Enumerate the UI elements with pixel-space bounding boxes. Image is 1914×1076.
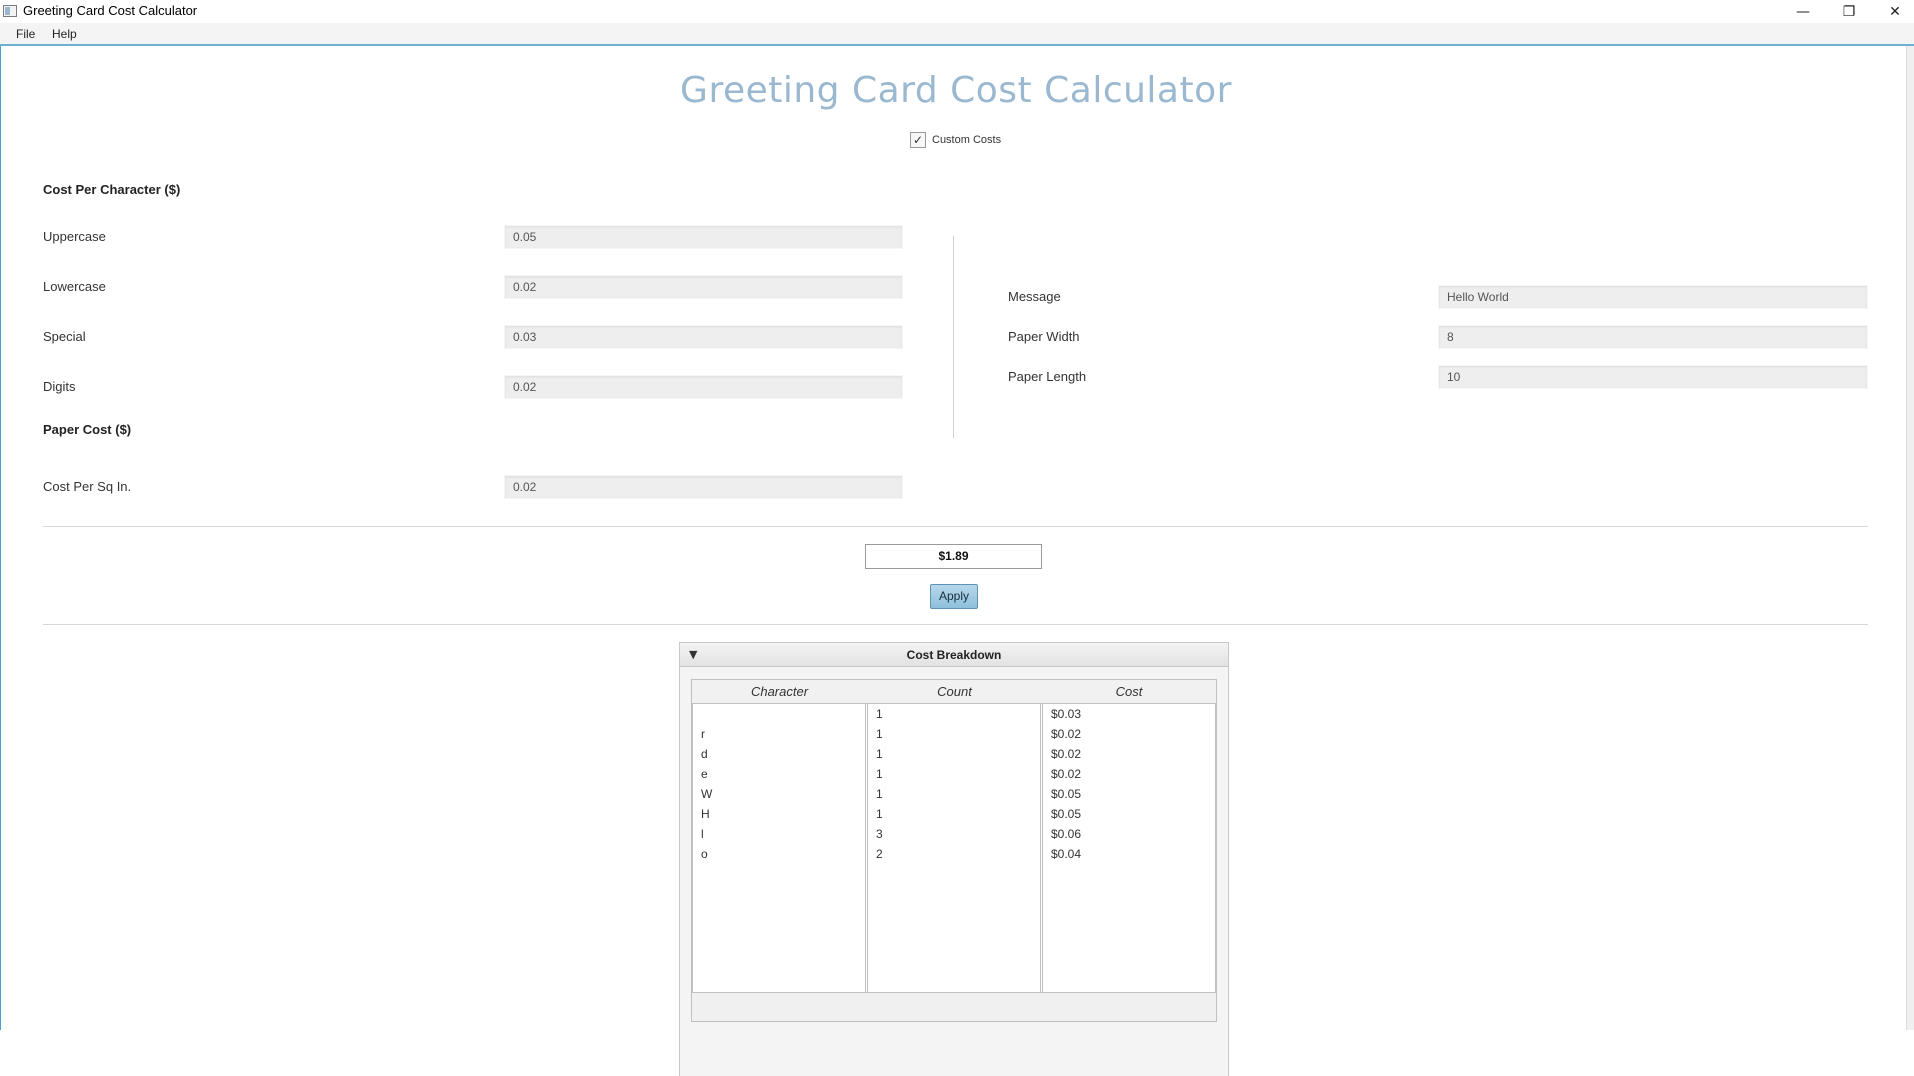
table-cell-count[interactable]: 3 — [876, 824, 883, 844]
cost-breakdown-pane: ▼ Cost Breakdown Character Count Cost r … — [679, 642, 1229, 1076]
table-cell-count[interactable]: 1 — [876, 764, 883, 784]
table-cell-cost[interactable]: $0.05 — [1051, 784, 1081, 804]
table-cell-cost[interactable]: $0.03 — [1051, 704, 1081, 724]
menu-file[interactable]: File — [16, 27, 35, 41]
table-cell-count[interactable]: 1 — [876, 784, 883, 804]
table-cell-character[interactable]: d — [701, 744, 708, 764]
column-header-character[interactable]: Character — [692, 680, 867, 704]
table-cell-cost[interactable]: $0.02 — [1051, 724, 1081, 744]
message-input[interactable]: Hello World — [1438, 285, 1868, 309]
table-cell-count[interactable]: 1 — [876, 704, 883, 724]
table-cell-character[interactable]: l — [701, 824, 704, 844]
column-header-cost[interactable]: Cost — [1042, 680, 1216, 704]
table-header: Character Count Cost — [692, 680, 1216, 704]
table-footer — [692, 992, 1216, 1021]
menu-help[interactable]: Help — [52, 27, 77, 41]
table-cell-count[interactable]: 2 — [876, 844, 883, 864]
cost-per-character-heading: Cost Per Character ($) — [43, 182, 181, 197]
lowercase-label: Lowercase — [43, 279, 106, 294]
uppercase-label: Uppercase — [43, 229, 106, 244]
lowercase-input[interactable]: 0.02 — [504, 275, 903, 299]
table-cell-cost[interactable]: $0.05 — [1051, 804, 1081, 824]
table-cell-cost[interactable]: $0.02 — [1051, 764, 1081, 784]
table-cell-character[interactable]: H — [701, 804, 710, 824]
minimize-icon[interactable]: — — [1780, 0, 1826, 23]
cost-per-sq-in-label: Cost Per Sq In. — [43, 479, 132, 494]
table-cell-character[interactable]: e — [701, 764, 708, 784]
paper-length-label: Paper Length — [1008, 369, 1087, 384]
table-cell-count[interactable]: 1 — [876, 804, 883, 824]
table-cell-character[interactable]: r — [701, 724, 705, 744]
digits-label: Digits — [43, 379, 76, 394]
uppercase-input[interactable]: 0.05 — [504, 225, 903, 249]
close-icon[interactable]: ✕ — [1872, 0, 1914, 23]
paper-width-input[interactable]: 8 — [1438, 325, 1868, 349]
paper-cost-heading: Paper Cost ($) — [43, 422, 132, 437]
cost-breakdown-title: Cost Breakdown — [906, 648, 1002, 662]
digits-input[interactable]: 0.02 — [504, 375, 903, 399]
menu-bar: File Help — [0, 23, 1914, 46]
character-column: r d e W H l o — [692, 704, 866, 992]
checkmark-icon[interactable]: ✓ — [910, 132, 926, 148]
table-cell-character[interactable]: W — [701, 784, 712, 804]
message-label: Message — [1008, 289, 1061, 304]
special-input[interactable]: 0.03 — [504, 325, 903, 349]
cost-breakdown-header[interactable]: ▼ Cost Breakdown — [680, 643, 1228, 667]
custom-costs-checkbox[interactable]: ✓ Custom Costs — [910, 132, 1001, 148]
paper-width-label: Paper Width — [1008, 329, 1080, 344]
custom-costs-label: Custom Costs — [932, 134, 1002, 146]
scrollbar[interactable] — [1906, 46, 1914, 1030]
window-title: Greeting Card Cost Calculator — [23, 3, 198, 18]
horizontal-divider-bottom — [43, 624, 1868, 625]
cost-per-sq-in-input[interactable]: 0.02 — [504, 475, 903, 499]
vertical-divider — [953, 236, 954, 438]
table-cell-cost[interactable]: $0.04 — [1051, 844, 1081, 864]
horizontal-divider-top — [43, 526, 1868, 527]
app-icon — [3, 5, 17, 17]
page-title: Greeting Card Cost Calculator — [680, 70, 1232, 111]
table-cell-cost[interactable]: $0.02 — [1051, 744, 1081, 764]
title-bar: Greeting Card Cost Calculator — ❐ ✕ — [0, 0, 1914, 23]
total-cost-display: $1.89 — [865, 544, 1042, 569]
apply-button[interactable]: Apply — [930, 584, 978, 609]
table-cell-cost[interactable]: $0.06 — [1051, 824, 1081, 844]
paper-length-input[interactable]: 10 — [1438, 365, 1868, 389]
table-cell-count[interactable]: 1 — [876, 724, 883, 744]
special-label: Special — [43, 329, 86, 344]
table-cell-character[interactable]: o — [701, 844, 708, 864]
table-cell-count[interactable]: 1 — [876, 744, 883, 764]
column-header-count[interactable]: Count — [867, 680, 1042, 704]
cost-column: $0.03 $0.02 $0.02 $0.02 $0.05 $0.05 $0.0… — [1042, 704, 1216, 992]
count-column: 1 1 1 1 1 1 3 2 — [867, 704, 1041, 992]
cost-breakdown-table: Character Count Cost r d e W H l o 1 1 1… — [691, 679, 1217, 1022]
restore-icon[interactable]: ❐ — [1826, 0, 1872, 23]
